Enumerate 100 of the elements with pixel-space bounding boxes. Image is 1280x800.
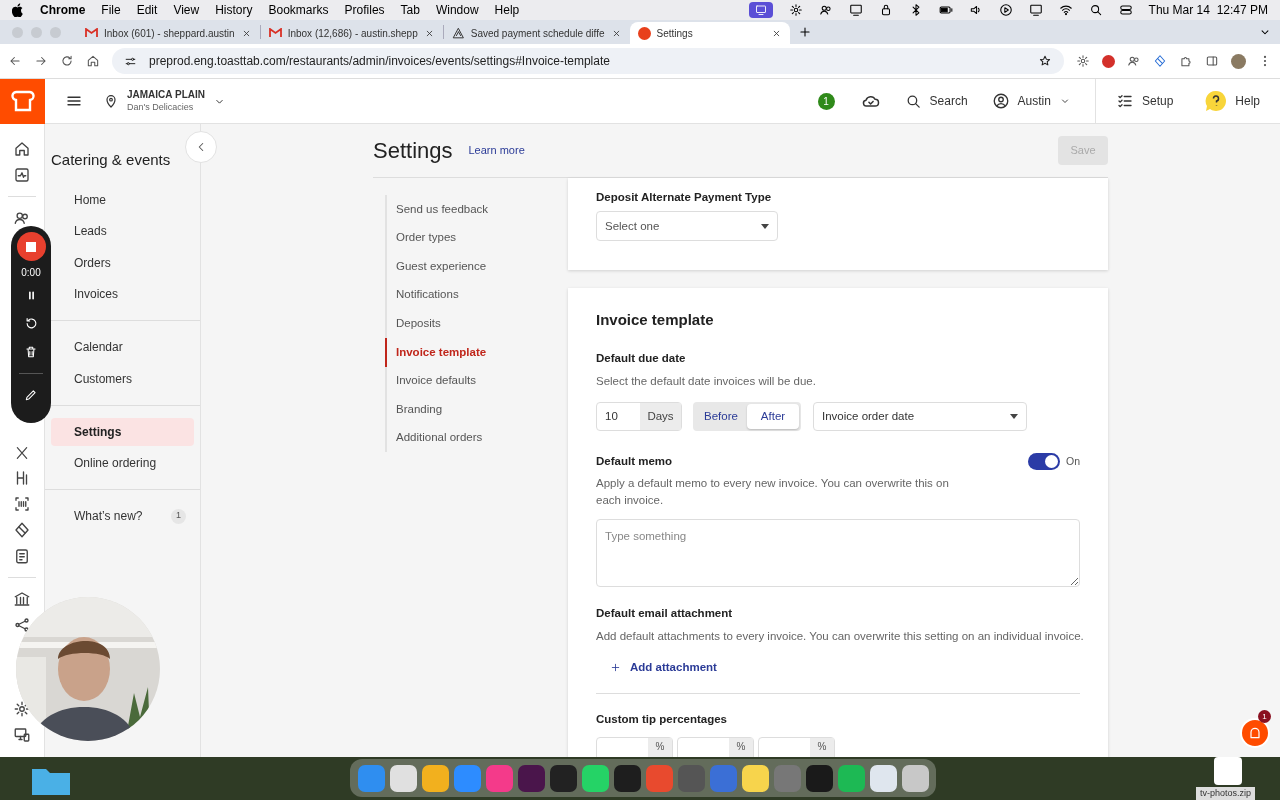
monitor-icon[interactable]	[848, 3, 863, 17]
user-menu[interactable]: Austin	[991, 92, 1071, 110]
location-pin-icon	[103, 93, 119, 109]
menu-item[interactable]: Profiles	[344, 1, 385, 19]
restart-icon[interactable]	[23, 316, 39, 331]
section-nav-item[interactable]: Additional orders	[387, 423, 568, 453]
barcode-icon[interactable]	[13, 495, 31, 513]
help-button[interactable]: Help	[1205, 90, 1260, 112]
clipboard-icon[interactable]	[13, 547, 31, 565]
sidebar-item[interactable]: What’s new? 1	[51, 502, 194, 530]
battery-icon[interactable]	[938, 3, 953, 17]
screen-recording-icon[interactable]	[748, 2, 773, 18]
days-input[interactable]: 10 Days	[596, 402, 682, 432]
section-nav-item[interactable]: Order types	[387, 223, 568, 253]
trash-icon[interactable]	[24, 345, 38, 359]
sidebar-item[interactable]: Home	[51, 185, 194, 214]
select-dropdown[interactable]: Select one	[596, 211, 778, 242]
side-panel-icon[interactable]	[1205, 54, 1219, 68]
menubar-clock[interactable]: Thu Mar 14 12:47 PM	[1148, 1, 1268, 19]
dock-app-icon[interactable]	[549, 764, 577, 792]
section-nav-item[interactable]: Notifications	[387, 280, 568, 310]
menu-item[interactable]: Tab	[400, 1, 420, 19]
bank-icon[interactable]	[13, 590, 31, 608]
browser-tab[interactable]: Saved payment schedule diffe	[443, 22, 630, 44]
app-menu[interactable]: Chrome	[40, 1, 86, 19]
segment-option[interactable]: Before	[695, 404, 747, 430]
menu-item[interactable]: Help	[494, 1, 520, 19]
dock-app-icon[interactable]	[869, 764, 897, 792]
section-nav-item[interactable]: Send us feedback	[387, 195, 568, 224]
section-nav-item[interactable]: Guest experience	[387, 252, 568, 281]
monitor-icon[interactable]	[1028, 3, 1043, 17]
dock-app-icon[interactable]	[741, 764, 769, 792]
menu-item[interactable]: History	[215, 1, 253, 19]
browser-tab[interactable]: Settings	[629, 22, 790, 44]
home-icon[interactable]	[13, 140, 31, 158]
notification-count-badge[interactable]: 1	[817, 92, 835, 110]
sidebar-item[interactable]: Invoices	[51, 280, 194, 308]
dock-app-icon[interactable]	[517, 764, 545, 792]
sidebar-item[interactable]: Orders	[51, 248, 194, 277]
x-icon[interactable]	[14, 445, 30, 461]
gear-icon[interactable]	[788, 3, 803, 17]
field-label: Deposit Alternate Payment Type	[596, 190, 773, 205]
devices-icon[interactable]	[13, 726, 31, 744]
apple-logo-icon[interactable]	[12, 3, 24, 17]
browser-tab[interactable]: Inbox (12,686) - austin.shepp	[260, 22, 443, 44]
address-bar[interactable]: preprod.eng.toasttab.com/restaurants/admin/invoices/events/settings#Invoice-template	[112, 48, 1064, 74]
sidebar-item[interactable]: Leads	[51, 217, 194, 245]
menu-item[interactable]: Edit	[136, 1, 158, 19]
gear-icon[interactable]	[13, 700, 31, 718]
volume-icon[interactable]	[968, 3, 983, 17]
dock-app-icon[interactable]	[421, 764, 449, 792]
stop-recording-button[interactable]	[16, 232, 46, 261]
people-icon[interactable]	[13, 209, 31, 227]
people-icon[interactable]	[818, 3, 833, 17]
new-tab-icon[interactable]	[797, 25, 812, 39]
dock-app-icon[interactable]	[613, 764, 641, 792]
forward-icon[interactable]	[34, 54, 48, 68]
setup-button[interactable]: Setup	[1115, 92, 1174, 110]
add-attachment-button[interactable]: Add attachment	[610, 659, 717, 677]
menu-item[interactable]: File	[101, 1, 121, 19]
gear-icon[interactable]	[1076, 54, 1090, 68]
toast-logo[interactable]	[0, 78, 45, 124]
home-icon[interactable]	[86, 54, 100, 68]
location-switcher[interactable]: JAMAICA PLAIN Dan's Delicacies	[103, 89, 226, 113]
memo-textarea[interactable]: Type something	[596, 518, 1080, 587]
extensions-puzzle-icon[interactable]	[1179, 54, 1193, 68]
dock-app-icon[interactable]	[389, 764, 417, 792]
profile-avatar[interactable]	[1231, 53, 1246, 69]
learn-more-link[interactable]: Learn more	[468, 141, 525, 159]
activity-icon[interactable]	[13, 166, 31, 184]
dock-app-icon[interactable]	[805, 764, 833, 792]
bookmark-star-icon[interactable]	[1038, 54, 1052, 68]
reload-icon[interactable]	[60, 54, 74, 68]
search-button[interactable]: Search	[904, 92, 968, 110]
control-center-icon[interactable]	[1118, 3, 1133, 17]
section-nav-item[interactable]: Invoice defaults	[387, 366, 568, 396]
section-nav-item[interactable]: Deposits	[387, 309, 568, 338]
wifi-icon[interactable]	[1058, 3, 1073, 17]
browser-tab[interactable]: Inbox (601) - sheppard.austin	[77, 22, 260, 44]
sidebar-item[interactable]: Settings	[51, 417, 194, 446]
nodes-icon[interactable]	[13, 616, 31, 634]
dock-app-icon[interactable]	[901, 764, 929, 792]
select-dropdown[interactable]: Invoice order date	[813, 402, 1027, 432]
sidebar-item[interactable]: Calendar	[51, 333, 194, 361]
dock-app-icon[interactable]	[581, 764, 609, 792]
sidebar-item[interactable]: Customers	[51, 364, 194, 393]
back-icon[interactable]	[8, 54, 22, 68]
menu-item[interactable]: Bookmarks	[268, 1, 329, 19]
menu-item[interactable]: View	[173, 1, 200, 19]
toast-logo-icon	[10, 90, 35, 112]
pencil-icon[interactable]	[24, 388, 38, 402]
play-icon[interactable]	[998, 3, 1013, 17]
section-nav-item[interactable]: Branding	[387, 395, 568, 424]
toggle-switch[interactable]	[1028, 453, 1060, 471]
search-icon[interactable]	[1088, 3, 1103, 17]
menu-item[interactable]: Window	[435, 1, 479, 19]
segment-option[interactable]: After	[747, 404, 799, 430]
chat-button[interactable]	[1240, 718, 1270, 748]
diamond-icon[interactable]	[13, 521, 31, 539]
sidebar-item[interactable]: Online ordering	[51, 449, 194, 477]
